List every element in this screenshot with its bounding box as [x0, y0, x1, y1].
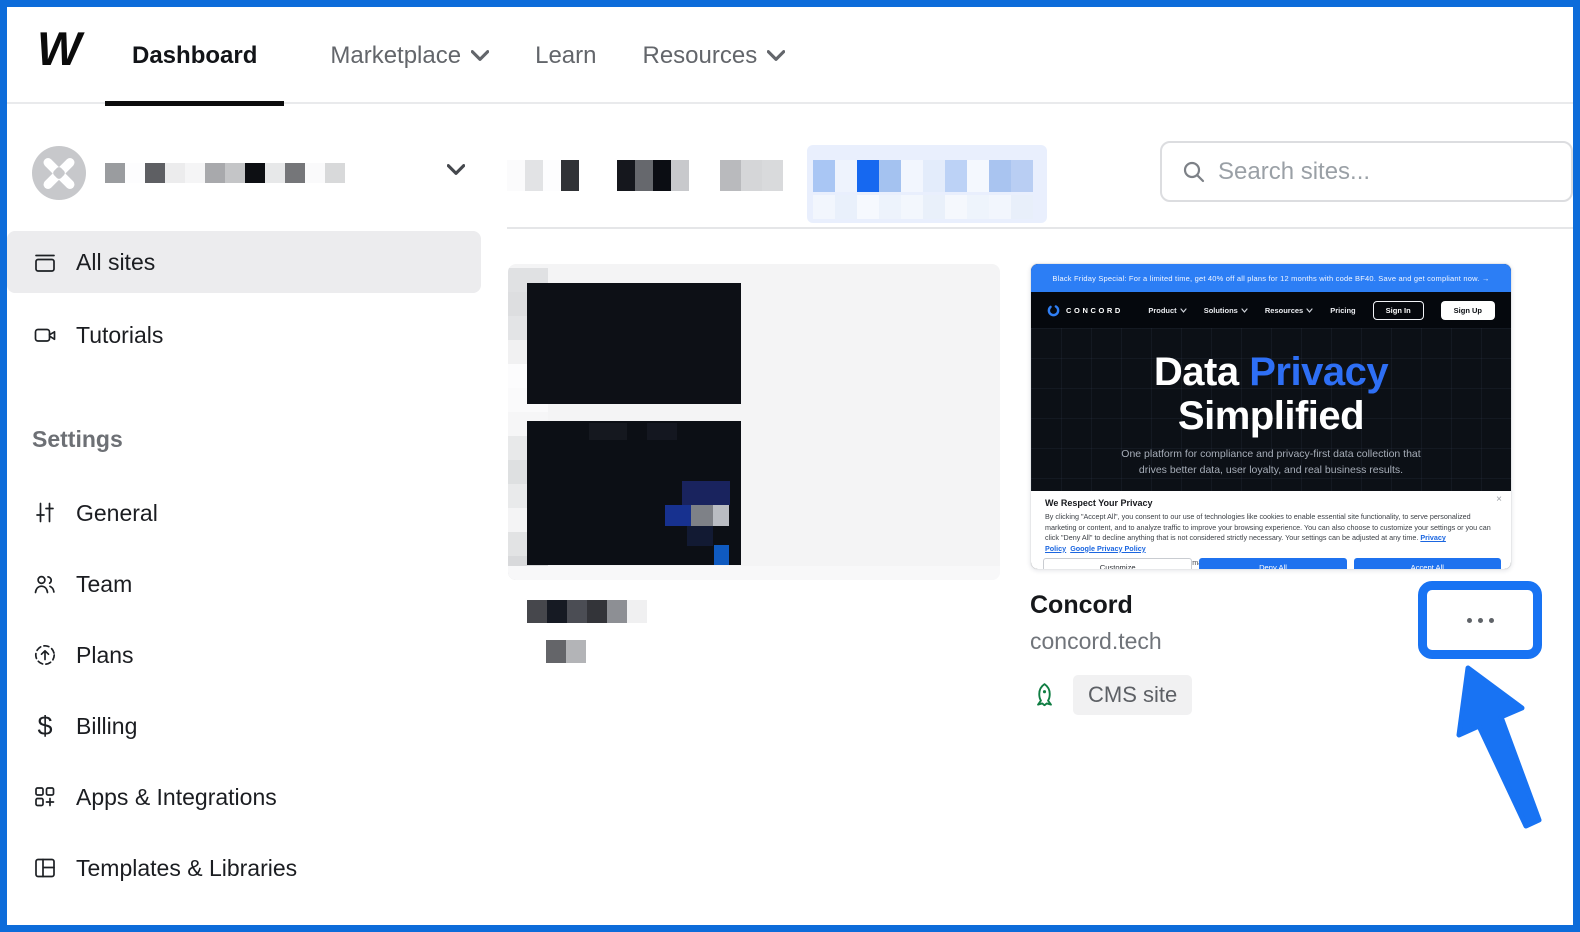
redacted-screenshot-block [527, 421, 741, 565]
thumb-hero-subtitle: One platform for compliance and privacy-… [1031, 446, 1511, 478]
primary-nav: Dashboard Marketplace Learn Resources [105, 7, 785, 104]
cms-site-badge: CMS site [1073, 675, 1192, 715]
workspace-name-redacted[interactable] [105, 163, 345, 183]
sidebar-label: Billing [76, 713, 137, 740]
sidebar-item-templates-libraries[interactable]: Templates & Libraries [7, 843, 481, 893]
nav-item-learn[interactable]: Learn [535, 7, 596, 104]
tab-redacted-active[interactable] [807, 145, 1047, 223]
site-domain: concord.tech [1030, 628, 1162, 655]
sidebar-item-team[interactable]: Team [7, 559, 481, 609]
nav-label-dashboard: Dashboard [132, 42, 257, 70]
apps-grid-plus-icon [32, 784, 58, 810]
sidebar-item-all-sites[interactable]: All sites [7, 231, 481, 293]
thumb-hero-heading: Data PrivacySimplified [1031, 350, 1511, 438]
sliders-icon [32, 500, 58, 526]
sidebar-label: Apps & Integrations [76, 784, 277, 811]
video-camera-icon [32, 322, 58, 348]
close-icon: × [1496, 494, 1502, 505]
sites-icon [32, 249, 58, 275]
redacted-screenshot-block [527, 283, 741, 404]
top-navigation-bar: W Dashboard Marketplace Learn Resources [7, 7, 1573, 104]
nav-label-learn: Learn [535, 42, 596, 70]
tab-active-pixels [813, 160, 1033, 192]
content-divider [507, 227, 1573, 229]
thumb-signin-button: Sign In [1373, 301, 1424, 320]
nav-label-marketplace: Marketplace [330, 42, 461, 70]
sidebar-item-billing[interactable]: $ Billing [7, 701, 481, 751]
thumb-nav-pricing: Pricing [1330, 306, 1355, 315]
workspace-avatar [32, 146, 86, 200]
nav-item-marketplace[interactable]: Marketplace [330, 7, 489, 104]
thumb-hero: Data PrivacySimplified One platform for … [1031, 328, 1511, 491]
annotation-arrow-icon [1440, 650, 1550, 840]
team-people-icon [32, 571, 58, 597]
cookie-heading: We Respect Your Privacy [1045, 498, 1497, 508]
site-name-redacted [527, 600, 647, 623]
sidebar-label: Team [76, 571, 132, 598]
workspace-chevron-down-icon[interactable] [447, 164, 465, 175]
site-title[interactable]: Concord [1030, 591, 1133, 620]
customize-button: Customize [1043, 558, 1192, 570]
layout-panels-icon [32, 855, 58, 881]
search-input[interactable] [1218, 158, 1518, 186]
chevron-down-icon [767, 50, 785, 61]
site-subtitle-redacted [546, 640, 586, 663]
redacted-pixels-row [508, 566, 1000, 580]
tab-redacted-3[interactable] [720, 160, 783, 191]
thumb-nav-menu: Product Solutions Resources Pricing Sign… [1148, 301, 1495, 320]
nav-item-dashboard[interactable]: Dashboard [105, 7, 284, 104]
tab-active-pixels-sub [813, 195, 1033, 219]
concord-logo: CONCORD [1047, 304, 1123, 317]
deny-all-button: Deny All [1199, 558, 1346, 570]
thumb-site-nav: CONCORD Product Solutions Resources Pric… [1031, 292, 1511, 328]
thumb-nav-product: Product [1148, 306, 1186, 315]
rocket-icon [1030, 681, 1059, 710]
site-badge-row: CMS site [1030, 675, 1192, 715]
upgrade-circle-arrow-icon [32, 642, 58, 668]
sidebar-label: Plans [76, 642, 134, 669]
settings-section-header: Settings [32, 426, 123, 453]
tab-redacted-1[interactable] [507, 160, 579, 191]
thumb-nav-solutions: Solutions [1204, 306, 1248, 315]
thumb-nav-resources: Resources [1265, 306, 1313, 315]
sidebar-label: General [76, 500, 158, 527]
sidebar-item-general[interactable]: General [7, 488, 481, 538]
site-card-concord-thumbnail[interactable]: Black Friday Special: For a limited time… [1030, 263, 1512, 570]
cookie-buttons: Customize Deny All Accept All [1043, 558, 1501, 570]
dollar-icon: $ [32, 713, 58, 739]
search-icon [1182, 160, 1206, 184]
sidebar-item-apps-integrations[interactable]: Apps & Integrations [7, 772, 481, 822]
nav-label-resources: Resources [642, 42, 757, 70]
google-privacy-policy-link: Google Privacy Policy [1070, 544, 1146, 553]
thumb-promo-banner: Black Friday Special: For a limited time… [1031, 264, 1511, 292]
sidebar-item-plans[interactable]: Plans [7, 630, 481, 680]
site-menu-ellipsis-button[interactable] [1459, 610, 1502, 631]
screenshot-frame: W Dashboard Marketplace Learn Resources [0, 0, 1580, 932]
webflow-logo-icon[interactable]: W [37, 21, 77, 76]
search-sites-box [1160, 141, 1573, 202]
site-card-redacted-thumbnail[interactable] [508, 264, 1000, 580]
concord-ring-icon [1047, 304, 1060, 317]
cookie-body: By clicking "Accept All", you consent to… [1045, 512, 1497, 554]
sidebar-label: Tutorials [76, 322, 163, 349]
chevron-down-icon [471, 50, 489, 61]
thumb-signup-button: Sign Up [1441, 301, 1495, 320]
nav-item-resources[interactable]: Resources [642, 7, 785, 104]
sidebar-label: All sites [76, 249, 155, 276]
accept-all-button: Accept All [1354, 558, 1501, 570]
tab-redacted-2[interactable] [617, 160, 689, 191]
thumb-cookie-banner: We Respect Your Privacy × By clicking "A… [1031, 491, 1511, 570]
sidebar-label: Templates & Libraries [76, 855, 297, 882]
concord-wordmark: CONCORD [1066, 306, 1123, 315]
sidebar-item-tutorials[interactable]: Tutorials [7, 305, 481, 365]
annotation-highlight-box [1418, 581, 1542, 659]
